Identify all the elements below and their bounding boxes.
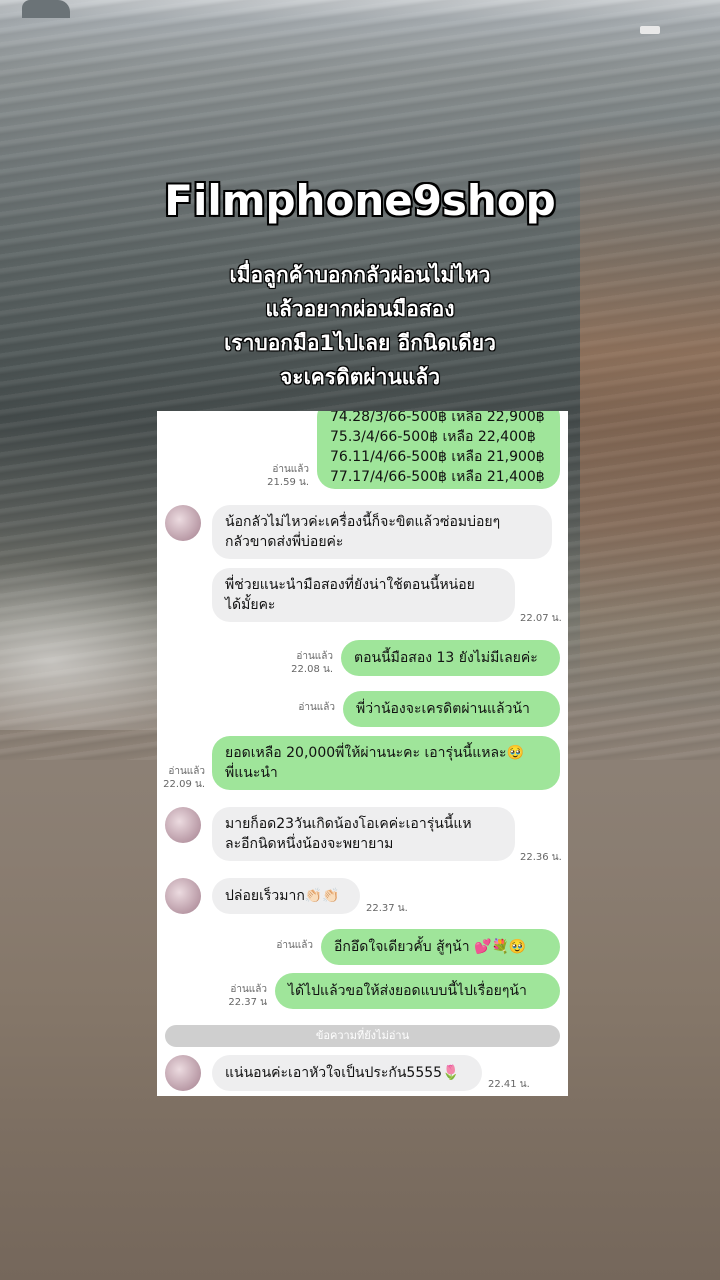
message-time: 22.36 น.	[520, 852, 562, 863]
distant-boat	[640, 26, 660, 34]
message-bubble-outgoing[interactable]: 74.28/3/66-500฿ เหลือ 22,900฿ 75.3/4/66-…	[317, 411, 560, 489]
contact-avatar[interactable]	[165, 878, 201, 914]
subtitle-line: เมื่อลูกค้าบอกกลัวผ่อนไม่ไหว	[229, 263, 491, 287]
message-bubble-incoming[interactable]: มายก็อด23วันเกิดน้องโอเคค่ะเอารุ่นนี้แห …	[212, 807, 515, 861]
message-time: 22.41 น.	[488, 1079, 530, 1090]
message-bubble-outgoing[interactable]: ยอดเหลือ 20,000พี่ให้ผ่านนะคะ เอารุ่นนี้…	[212, 736, 560, 790]
message-line: 76.11/4/66-500฿ เหลือ 21,900฿	[330, 449, 545, 465]
unread-messages-divider: ข้อความที่ยังไม่อ่าน	[165, 1025, 560, 1047]
message-bubble-outgoing[interactable]: อีกอึดใจเดียวคั้บ สู้ๆน้า 💕💐🥹	[321, 929, 560, 965]
message-bubble-incoming[interactable]: พี่ช่วยแนะนำมือสองที่ยังน่าใช้ตอนนี้หน่อ…	[212, 568, 515, 622]
subtitle-line: จะเครดิตผ่านแล้ว	[279, 365, 440, 389]
message-bubble-incoming[interactable]: น้อกลัวไม่ไหวค่ะเครื่องนี้ก็จะขิตแล้วซ่อ…	[212, 505, 552, 559]
overlay-subtitle: เมื่อลูกค้าบอกกลัวผ่อนไม่ไหว แล้วอยากผ่อ…	[0, 258, 720, 394]
read-receipt: อ่านแล้ว 22.08 น.	[291, 651, 333, 675]
contact-avatar[interactable]	[165, 505, 201, 541]
message-bubble-incoming[interactable]: ปล่อยเร็วมาก👏🏻👏🏻	[212, 878, 360, 914]
message-line: น้อกลัวไม่ไหวค่ะเครื่องนี้ก็จะขิตแล้วซ่อ…	[225, 514, 501, 530]
message-line: กลัวขาดส่งพี่บ่อยค่ะ	[225, 534, 344, 550]
contact-avatar[interactable]	[165, 807, 201, 843]
contact-avatar[interactable]	[165, 1055, 201, 1091]
message-time: 22.07 น.	[520, 613, 562, 624]
message-time: 22.37 น.	[366, 903, 408, 914]
message-line: ยอดเหลือ 20,000พี่ให้ผ่านนะคะ เอารุ่นนี้…	[225, 745, 524, 761]
message-line: มายก็อด23วันเกิดน้องโอเคค่ะเอารุ่นนี้แห	[225, 816, 472, 832]
message-line: 77.17/4/66-500฿ เหลือ 21,400฿	[330, 469, 545, 485]
message-line: พี่ช่วยแนะนำมือสองที่ยังน่าใช้ตอนนี้หน่อ…	[225, 577, 475, 593]
message-line: 75.3/4/66-500฿ เหลือ 22,400฿	[330, 429, 536, 445]
message-bubble-outgoing[interactable]: พี่ว่าน้องจะเครดิตผ่านแล้วน้า	[343, 691, 560, 727]
read-receipt: อ่านแล้ว 22.37 น	[228, 984, 267, 1008]
read-receipt: อ่านแล้ว	[298, 702, 335, 713]
read-receipt: อ่านแล้ว 22.09 น.	[163, 766, 205, 790]
message-line: ละอีกนิดหนึ่งน้องจะพยายาม	[225, 836, 394, 852]
message-bubble-incoming[interactable]: แน่นอนค่ะเอาหัวใจเป็นประกัน5555🌷	[212, 1055, 482, 1091]
read-receipt: อ่านแล้ว	[276, 940, 313, 951]
message-line: พี่แนะนำ	[225, 765, 278, 781]
read-receipt: อ่านแล้ว 21.59 น.	[267, 464, 309, 488]
message-bubble-outgoing[interactable]: ได้ไปแล้วขอให้ส่งยอดแบบนี้ไปเรื่อยๆน้า	[275, 973, 560, 1009]
message-line: 74.28/3/66-500฿ เหลือ 22,900฿	[330, 411, 545, 425]
distant-island	[22, 0, 70, 18]
overlay-title: Filmphone9shop	[164, 176, 556, 225]
chat-screenshot: อ่านแล้ว 21.59 น. 74.28/3/66-500฿ เหลือ 2…	[157, 411, 568, 1096]
message-line: ได้มั้ยคะ	[225, 597, 276, 613]
message-bubble-outgoing[interactable]: ตอนนี้มือสอง 13 ยังไม่มีเลยค่ะ	[341, 640, 560, 676]
subtitle-line: เราบอกมือ1ไปเลย อีกนิดเดียว	[224, 331, 496, 355]
subtitle-line: แล้วอยากผ่อนมือสอง	[265, 297, 455, 321]
